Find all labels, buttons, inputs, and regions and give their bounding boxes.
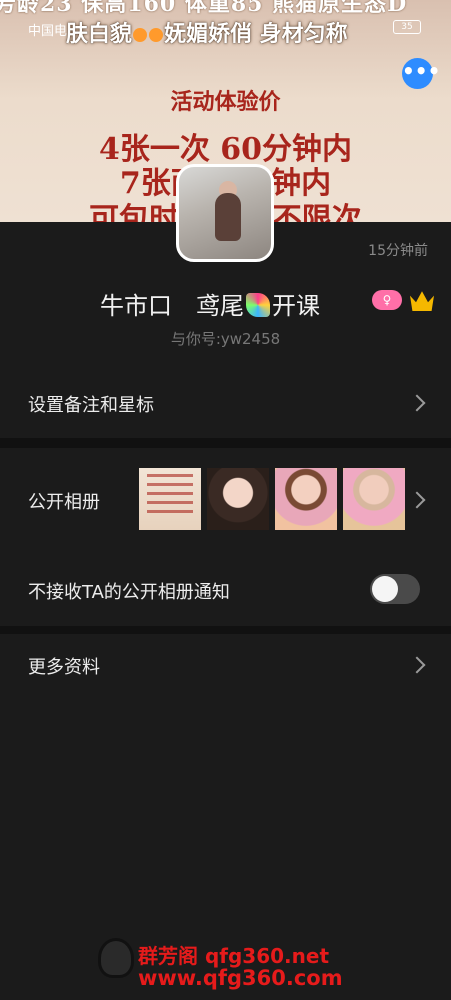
toggle-knob	[372, 576, 398, 602]
crown-icon	[410, 291, 434, 311]
heart-icon	[133, 28, 148, 42]
more-info-label: 更多资料	[28, 657, 100, 678]
promo-title: 活动体验价	[170, 89, 281, 115]
party-popper-icon	[246, 293, 270, 317]
watermark-line-1: 群芳阁 qfg360.net	[138, 944, 330, 968]
more-info-row[interactable]: 更多资料	[0, 634, 451, 692]
last-active-time: 15分钟前	[368, 243, 428, 259]
cover-sub-text: 肤白貌 妩媚娇俏 身材匀称	[66, 16, 348, 48]
album-thumbnail[interactable]	[275, 468, 337, 530]
cover-sub-text-b: 妩媚娇俏 身材匀称	[164, 21, 348, 47]
carrier-label: 中国电	[28, 24, 68, 39]
chevron-right-icon	[408, 491, 426, 509]
avatar[interactable]	[176, 164, 274, 262]
battery-icon: 35	[393, 20, 421, 34]
nickname-part2: 开课	[272, 292, 320, 320]
heart-icon	[149, 28, 164, 42]
name-row: 牛市口 鸢尾 开课 ♀	[0, 286, 451, 320]
divider	[0, 438, 451, 448]
album-thumbnail[interactable]	[207, 468, 269, 530]
album-notify-label: 不接收TA的公开相册通知	[28, 582, 230, 603]
album-label: 公开相册	[28, 492, 100, 513]
chevron-right-icon	[408, 394, 426, 412]
remark-row[interactable]: 设置备注和星标	[0, 362, 451, 438]
album-thumbnail[interactable]	[139, 468, 201, 530]
cover-sub-text-a: 肤白貌	[66, 21, 133, 47]
divider	[0, 626, 451, 634]
watermark-line-2: www.qfg360.com	[138, 966, 343, 990]
avatar-figure	[215, 193, 241, 241]
chevron-right-icon	[408, 656, 426, 674]
remark-label: 设置备注和星标	[28, 395, 154, 416]
user-id: 与你号:yw2458	[170, 330, 281, 348]
gender-badge: ♀	[372, 290, 402, 310]
nickname: 牛市口 鸢尾 开课	[100, 286, 320, 321]
album-thumbnail[interactable]	[343, 468, 405, 530]
nickname-part1: 牛市口 鸢尾	[100, 292, 244, 320]
watermark-logo-icon	[98, 938, 134, 978]
album-notify-toggle[interactable]	[370, 574, 420, 604]
